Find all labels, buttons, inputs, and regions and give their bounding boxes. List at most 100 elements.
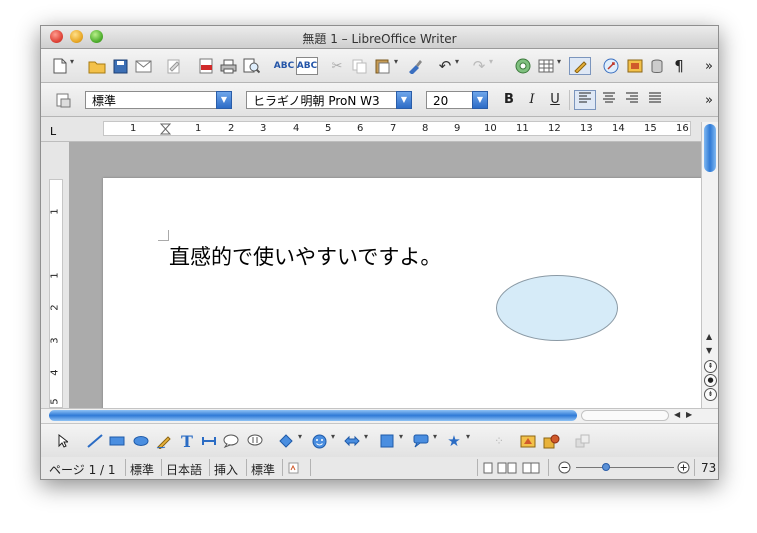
language[interactable]: 日本語 xyxy=(166,461,202,478)
flowchart-icon[interactable] xyxy=(377,432,397,450)
symbol-shapes-icon[interactable] xyxy=(309,432,329,450)
redo-icon[interactable]: ↷ xyxy=(469,57,489,75)
from-file-icon[interactable] xyxy=(541,432,561,450)
more-formatting-button[interactable]: » xyxy=(702,91,716,109)
basic-shapes-icon[interactable] xyxy=(276,432,296,450)
document-canvas[interactable]: 直感的で使いやすいですよ。 xyxy=(69,142,701,408)
zoom-slider-handle[interactable] xyxy=(602,463,610,471)
zoom-level[interactable]: 73 xyxy=(701,461,716,475)
horizontal-scroll-thumb[interactable] xyxy=(49,410,577,421)
hyperlink-icon[interactable] xyxy=(601,57,621,75)
table-icon[interactable] xyxy=(536,57,556,75)
multi-page-view-icon[interactable] xyxy=(497,462,517,477)
scroll-right-arrow-icon[interactable]: ▶ xyxy=(686,410,692,419)
copy-icon[interactable] xyxy=(349,57,369,75)
vertical-ruler[interactable]: 1 1 2 3 4 5 xyxy=(49,179,63,408)
more-standard-button[interactable]: » xyxy=(702,57,716,75)
document-modified-icon[interactable] xyxy=(288,462,299,477)
clone-format-icon[interactable] xyxy=(405,57,425,75)
paste-dropdown-icon[interactable]: ▾ xyxy=(394,57,398,66)
indent-marker-icon[interactable] xyxy=(160,123,172,135)
single-page-view-icon[interactable] xyxy=(483,462,493,477)
scroll-up-arrow-icon[interactable]: ▲ xyxy=(706,332,712,341)
symbol-shapes-dropdown-icon[interactable]: ▾ xyxy=(331,432,335,441)
zoom-out-icon[interactable] xyxy=(558,461,571,477)
tab-stop-type-button[interactable]: L xyxy=(50,125,56,138)
formatting-marks-icon[interactable]: ¶ xyxy=(669,57,689,75)
stars-icon[interactable]: ★ xyxy=(444,432,464,450)
ellipse-tool-icon[interactable] xyxy=(131,432,151,450)
email-icon[interactable] xyxy=(133,57,153,75)
basic-shapes-dropdown-icon[interactable]: ▾ xyxy=(298,432,302,441)
insert-mode[interactable]: 挿入 xyxy=(214,461,238,478)
gallery-icon[interactable] xyxy=(625,57,645,75)
scroll-down-arrow-icon[interactable]: ▼ xyxy=(706,346,712,355)
edit-doc-icon[interactable] xyxy=(163,57,183,75)
stars-dropdown-icon[interactable]: ▾ xyxy=(466,432,470,441)
next-page-icon[interactable]: ⇟ xyxy=(704,388,717,401)
horizontal-ruler[interactable]: 1 1 2 3 4 5 6 7 8 9 10 11 12 13 14 15 16 xyxy=(103,121,691,136)
font-size-combo[interactable]: 20 ▼ xyxy=(426,91,488,109)
text-tool-icon[interactable]: T xyxy=(177,432,197,451)
ellipse-shape[interactable] xyxy=(496,275,618,341)
select-arrow-icon[interactable] xyxy=(53,432,73,450)
spellcheck-icon[interactable]: ABC xyxy=(274,57,294,75)
table-dropdown-icon[interactable]: ▾ xyxy=(557,57,561,66)
callouts-icon[interactable] xyxy=(411,432,431,450)
chevron-down-icon[interactable]: ▼ xyxy=(216,91,232,109)
redo-dropdown-icon[interactable]: ▾ xyxy=(489,57,493,66)
callouts-dropdown-icon[interactable]: ▾ xyxy=(433,432,437,441)
vertical-scrollbar[interactable]: ▲ ▼ ⇞ ● ⇟ xyxy=(701,122,718,408)
save-icon[interactable] xyxy=(110,57,130,75)
document-text[interactable]: 直感的で使いやすいですよ。 xyxy=(169,241,441,271)
previous-page-icon[interactable]: ⇞ xyxy=(704,360,717,373)
align-center-button[interactable] xyxy=(599,91,619,109)
book-view-icon[interactable] xyxy=(522,462,542,477)
vertical-scroll-thumb[interactable] xyxy=(704,124,716,172)
styles-formatting-icon[interactable] xyxy=(53,91,73,109)
block-arrows-dropdown-icon[interactable]: ▾ xyxy=(364,432,368,441)
selection-mode[interactable]: 標準 xyxy=(251,461,275,478)
paragraph-style-combo[interactable]: 標準 ▼ xyxy=(85,91,232,109)
horizontal-scrollbar[interactable]: ◀ ▶ xyxy=(41,408,718,423)
print-icon[interactable] xyxy=(218,57,238,75)
rectangle-tool-icon[interactable] xyxy=(107,432,127,450)
zoom-in-icon[interactable] xyxy=(677,461,690,477)
callout-tool-icon[interactable] xyxy=(221,432,241,450)
block-arrows-icon[interactable] xyxy=(342,432,362,450)
title-bar[interactable]: 無題 1 – LibreOffice Writer xyxy=(41,26,718,49)
vertical-text-tool-icon[interactable] xyxy=(199,432,219,450)
line-tool-icon[interactable] xyxy=(85,432,105,450)
paste-icon[interactable] xyxy=(372,57,392,75)
scroll-left-arrow-icon[interactable]: ◀ xyxy=(674,410,680,419)
new-doc-dropdown-icon[interactable]: ▾ xyxy=(70,57,74,66)
data-sources-icon[interactable] xyxy=(647,57,667,75)
print-preview-icon[interactable] xyxy=(241,57,261,75)
page-count[interactable]: ページ 1 / 1 xyxy=(49,461,116,478)
page[interactable]: 直感的で使いやすいですよ。 xyxy=(103,178,701,408)
align-right-button[interactable] xyxy=(622,91,642,109)
page-style[interactable]: 標準 xyxy=(130,461,154,478)
chevron-down-icon[interactable]: ▼ xyxy=(472,91,488,109)
zoom-slider-track[interactable] xyxy=(576,467,674,468)
align-left-button[interactable] xyxy=(574,90,596,110)
open-icon[interactable] xyxy=(87,57,107,75)
export-pdf-icon[interactable] xyxy=(196,57,216,75)
underline-button[interactable]: U xyxy=(545,91,565,109)
italic-button[interactable]: I xyxy=(522,91,542,109)
undo-dropdown-icon[interactable]: ▾ xyxy=(455,57,459,66)
horizontal-scroll-track[interactable] xyxy=(581,410,669,421)
freeform-tool-icon[interactable] xyxy=(154,432,174,450)
points-icon[interactable]: ⁘ xyxy=(489,432,509,450)
autospell-icon[interactable]: ABC xyxy=(296,57,318,75)
new-doc-icon[interactable] xyxy=(50,57,70,75)
navigation-icon[interactable]: ● xyxy=(704,374,717,387)
justify-button[interactable] xyxy=(645,91,665,109)
fontwork-gallery-icon[interactable] xyxy=(518,432,538,450)
show-draw-functions-icon[interactable] xyxy=(569,57,591,75)
cut-icon[interactable]: ✂ xyxy=(327,57,347,75)
chevron-down-icon[interactable]: ▼ xyxy=(396,91,412,109)
undo-icon[interactable]: ↶ xyxy=(435,57,455,75)
extrusion-toggle-icon[interactable] xyxy=(573,432,593,450)
flowchart-dropdown-icon[interactable]: ▾ xyxy=(399,432,403,441)
